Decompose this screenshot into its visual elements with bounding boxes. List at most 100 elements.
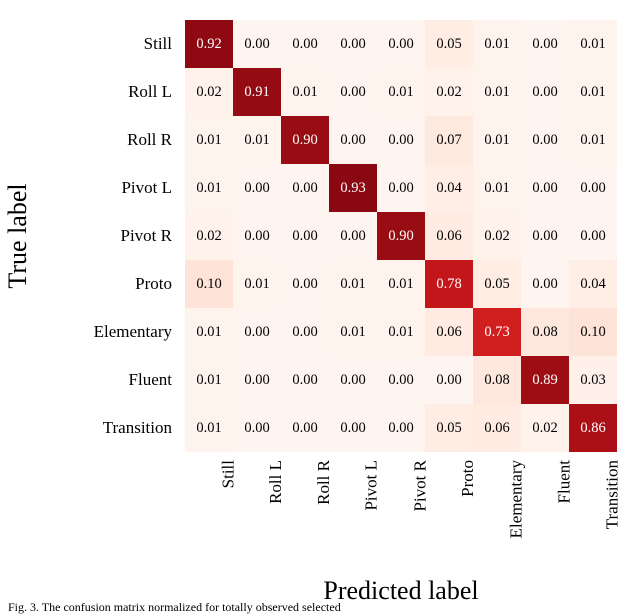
heatmap-cell: 0.05 — [425, 404, 473, 452]
y-tick-label: Fluent — [0, 356, 180, 404]
heatmap-cell: 0.91 — [233, 68, 281, 116]
heatmap-cell: 0.05 — [425, 20, 473, 68]
x-tick-label: Roll R — [281, 452, 329, 552]
heatmap-cell: 0.04 — [425, 164, 473, 212]
heatmap-cell: 0.01 — [329, 260, 377, 308]
heatmap-cell: 0.01 — [473, 20, 521, 68]
heatmap-cell: 0.86 — [569, 404, 617, 452]
heatmap-cell: 0.00 — [233, 356, 281, 404]
heatmap-cell: 0.01 — [377, 68, 425, 116]
heatmap-cell: 0.00 — [329, 68, 377, 116]
heatmap-cell: 0.02 — [521, 404, 569, 452]
heatmap-cell: 0.00 — [521, 68, 569, 116]
heatmap-cell: 0.00 — [281, 356, 329, 404]
heatmap-cell: 0.00 — [377, 356, 425, 404]
x-tick-label: Elementary — [473, 452, 521, 552]
x-tick-label: Pivot R — [377, 452, 425, 552]
x-tick-label: Fluent — [521, 452, 569, 552]
heatmap-cell: 0.00 — [425, 356, 473, 404]
heatmap-cell: 0.00 — [281, 260, 329, 308]
heatmap-cell: 0.00 — [329, 212, 377, 260]
heatmap-cell: 0.90 — [281, 116, 329, 164]
y-tick-label: Pivot L — [0, 164, 180, 212]
heatmap-cell: 0.10 — [185, 260, 233, 308]
heatmap-cell: 0.00 — [521, 212, 569, 260]
x-tick-label: Roll L — [233, 452, 281, 552]
heatmap-cell: 0.02 — [425, 68, 473, 116]
heatmap-cell: 0.78 — [425, 260, 473, 308]
heatmap-cell: 0.00 — [329, 404, 377, 452]
heatmap-cell: 0.08 — [521, 308, 569, 356]
heatmap-cell: 0.08 — [473, 356, 521, 404]
heatmap-cell: 0.02 — [473, 212, 521, 260]
heatmap-cell: 0.00 — [521, 116, 569, 164]
heatmap-cell: 0.06 — [425, 308, 473, 356]
heatmap-cell: 0.01 — [233, 260, 281, 308]
x-tick-label: Transition — [569, 452, 617, 552]
heatmap-cell: 0.01 — [569, 116, 617, 164]
heatmap-cell: 0.00 — [233, 164, 281, 212]
heatmap-cell: 0.00 — [233, 404, 281, 452]
heatmap-cell: 0.01 — [185, 404, 233, 452]
heatmap-cell: 0.00 — [377, 164, 425, 212]
heatmap-cell: 0.01 — [185, 308, 233, 356]
heatmap-cell: 0.01 — [185, 164, 233, 212]
heatmap-plot-area: 0.920.000.000.000.000.050.010.000.010.02… — [185, 20, 617, 452]
heatmap-cell: 0.00 — [233, 308, 281, 356]
x-axis-ticks: StillRoll LRoll RPivot LPivot RProtoElem… — [185, 452, 617, 552]
heatmap-cell: 0.10 — [569, 308, 617, 356]
y-tick-label: Roll R — [0, 116, 180, 164]
heatmap-cell: 0.00 — [329, 20, 377, 68]
heatmap-cell: 0.01 — [233, 116, 281, 164]
heatmap-cell: 0.00 — [521, 20, 569, 68]
heatmap-cell: 0.00 — [329, 116, 377, 164]
heatmap-cell: 0.00 — [569, 164, 617, 212]
heatmap-cell: 0.01 — [473, 116, 521, 164]
heatmap-cell: 0.06 — [425, 212, 473, 260]
heatmap-cell: 0.92 — [185, 20, 233, 68]
y-tick-label: Transition — [0, 404, 180, 452]
heatmap-cell: 0.01 — [281, 68, 329, 116]
heatmap-cell: 0.01 — [329, 308, 377, 356]
heatmap-cell: 0.00 — [281, 308, 329, 356]
heatmap-cell: 0.03 — [569, 356, 617, 404]
heatmap-cell: 0.00 — [521, 260, 569, 308]
heatmap-cell: 0.01 — [473, 68, 521, 116]
x-tick-label: Proto — [425, 452, 473, 552]
y-tick-label: Proto — [0, 260, 180, 308]
heatmap-cell: 0.73 — [473, 308, 521, 356]
y-axis-ticks: StillRoll LRoll RPivot LPivot RProtoElem… — [0, 20, 180, 452]
heatmap-cell: 0.00 — [281, 20, 329, 68]
heatmap-cell: 0.00 — [233, 20, 281, 68]
heatmap-cell: 0.00 — [233, 212, 281, 260]
heatmap-cell: 0.93 — [329, 164, 377, 212]
heatmap-cell: 0.01 — [473, 164, 521, 212]
heatmap-grid: 0.920.000.000.000.000.050.010.000.010.02… — [185, 20, 617, 452]
y-tick-label: Still — [0, 20, 180, 68]
x-tick-label: Pivot L — [329, 452, 377, 552]
heatmap-cell: 0.90 — [377, 212, 425, 260]
heatmap-cell: 0.00 — [281, 164, 329, 212]
heatmap-cell: 0.00 — [521, 164, 569, 212]
heatmap-cell: 0.05 — [473, 260, 521, 308]
heatmap-cell: 0.01 — [569, 68, 617, 116]
x-tick-label: Still — [185, 452, 233, 552]
heatmap-cell: 0.01 — [569, 20, 617, 68]
y-tick-label: Roll L — [0, 68, 180, 116]
heatmap-cell: 0.04 — [569, 260, 617, 308]
confusion-matrix-figure: True label Predicted label StillRoll LRo… — [0, 0, 640, 612]
heatmap-cell: 0.01 — [377, 260, 425, 308]
x-axis-label: Predicted label — [323, 576, 478, 606]
heatmap-cell: 0.02 — [185, 212, 233, 260]
heatmap-cell: 0.00 — [377, 404, 425, 452]
heatmap-cell: 0.00 — [377, 20, 425, 68]
heatmap-cell: 0.02 — [185, 68, 233, 116]
heatmap-cell: 0.00 — [281, 212, 329, 260]
heatmap-cell: 0.01 — [185, 116, 233, 164]
heatmap-cell: 0.01 — [185, 356, 233, 404]
heatmap-cell: 0.07 — [425, 116, 473, 164]
heatmap-cell: 0.00 — [569, 212, 617, 260]
y-tick-label: Elementary — [0, 308, 180, 356]
heatmap-cell: 0.00 — [377, 116, 425, 164]
heatmap-cell: 0.00 — [281, 404, 329, 452]
